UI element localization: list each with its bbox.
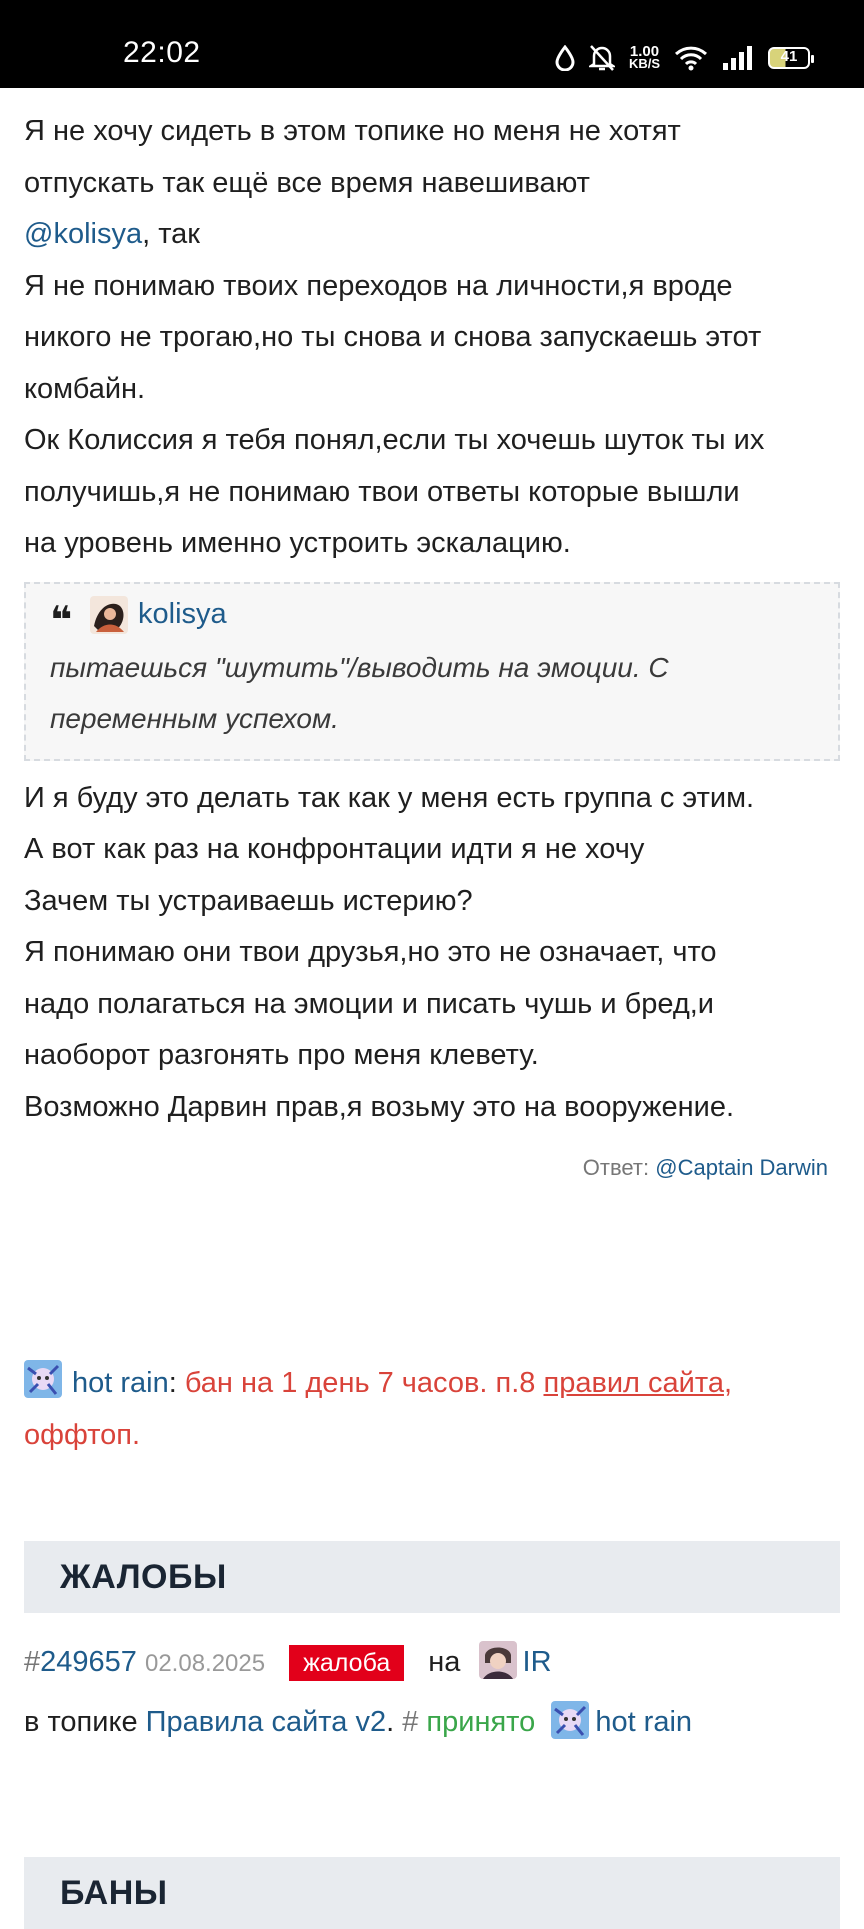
post-line: Я не понимаю твоих переходов на личности… [24,269,733,302]
ban-note-text: бан на 1 день 7 часов. п.8 [184,1367,536,1399]
section-title: ЖАЛОБЫ [24,1541,840,1613]
post-line: Я не хочу сидеть в этом топике но меня н… [24,115,681,147]
post-line: Я понимаю они твои друзья,но это не озна… [24,936,717,968]
bans-section: БАНЫ [24,1857,840,1929]
complaint-status: принято [426,1706,536,1738]
quote-text: пытаешься "шутить"/выводить на эмоции. С… [50,642,814,745]
quote-mark-icon: ❝ [50,599,73,642]
signal-icon [722,46,754,70]
quote-author-link[interactable]: kolisya [138,598,227,631]
post-body-continued: И я буду это делать так как у меня есть … [24,773,840,1134]
post-line: комбайн. [24,372,146,405]
avatar[interactable] [24,1360,62,1398]
complaint-topic-label: в топике [24,1706,138,1738]
post-line: на уровень именно устроить эскалацию. [24,527,571,559]
post-line: А вот как раз на конфронтации идти я не … [24,833,645,865]
complaint-hash-2: # [402,1706,419,1738]
quote-block: ❝ kolisya пытаешься "шутить"/выводить на… [24,581,840,761]
complaint-line-1: #249657 02.08.2025 жалоба на IR [24,1633,840,1693]
reply-to-at: @ [655,1155,678,1180]
complaint-hash: # [24,1646,41,1678]
reply-to-username: Captain Darwin [677,1155,828,1180]
post-line: отпускать так ещё все время навешивают [24,166,590,199]
quote-line: пытаешься "шутить"/выводить на эмоции. С [50,651,669,683]
quote-line: переменным успехом. [50,703,339,734]
post-line: наоборот разгонять про меня клевету. [24,1039,539,1071]
ban-note-comma: , [723,1367,733,1399]
reply-to: Ответ: @Captain Darwin [24,1155,840,1181]
clock: 22:02 [123,36,201,69]
network-speed: 1.00 KB/S [628,44,660,71]
post-body: Я не хочу сидеть в этом топике но меня н… [24,106,840,570]
post-line: И я буду это делать так как у меня есть … [24,781,755,814]
complaint-id-link[interactable]: 249657 [40,1646,137,1678]
avatar[interactable] [551,1701,590,1739]
site-rules-link-text: правил сайта [543,1367,724,1399]
quote-header: ❝ kolisya [50,594,814,642]
moderator-user-link[interactable]: hot rain [72,1367,169,1399]
data-saver-icon [555,45,575,71]
wifi-icon [674,45,708,71]
post-line: никого не трогаю,но ты снова и снова зап… [24,321,762,353]
reply-to-label: Ответ: [582,1155,650,1180]
moderator-user-link[interactable]: hot rain [595,1706,692,1738]
post-line: Ок Колиссия я тебя понял,если ты хочешь … [24,424,765,456]
avatar[interactable] [90,595,128,634]
topic-link[interactable]: Правила сайта v2 [146,1706,386,1738]
ban-reason: оффтоп. [24,1419,141,1451]
status-bar: 22:02 1.00 KB/S 41 [0,0,864,88]
post-text-fragment: , так [142,218,200,250]
complaint-dot: . [386,1706,395,1738]
post-line: Зачем ты устраиваешь истерию? [24,884,473,917]
complaint-target-link[interactable]: IR [523,1646,552,1678]
status-badge: жалоба [289,1645,405,1681]
ban-note-colon: : [168,1367,177,1399]
user-mention-link[interactable]: @kolisya [24,218,142,250]
complaint-date: 02.08.2025 [144,1650,266,1677]
battery-icon: 41 [768,47,814,69]
status-icons: 1.00 KB/S 41 [555,40,814,76]
reply-to-user-link[interactable]: @Captain Darwin [655,1155,828,1180]
site-rules-link[interactable]: правил сайта [543,1367,723,1399]
moderator-ban-note: hot rain: бан на 1 день 7 часов. п.8 пра… [24,1357,840,1461]
battery-level: 41 [780,48,798,65]
post-line: Возможно Дарвин прав,я возьму это на воо… [24,1090,735,1123]
complaints-section: ЖАЛОБЫ #249657 02.08.2025 жалоба на IR в… [24,1541,840,1751]
post-line: @kolisya, так [24,209,840,261]
complaint-entry: #249657 02.08.2025 жалоба на IR в топике… [24,1633,840,1751]
page-content: Я не хочу сидеть в этом топике но меня н… [24,88,840,1929]
mute-bell-icon [588,44,615,72]
complaint-on-label: на [428,1646,461,1678]
complaint-line-2: в топике Правила сайта v2. # принято hot… [24,1693,840,1751]
post-line: надо полагаться на эмоции и писать чушь … [24,987,715,1020]
section-title: БАНЫ [24,1857,840,1929]
post-line: получишь,я не понимаю твои ответы которы… [24,475,740,508]
avatar[interactable] [478,1641,517,1679]
network-speed-unit: KB/S [628,56,660,71]
